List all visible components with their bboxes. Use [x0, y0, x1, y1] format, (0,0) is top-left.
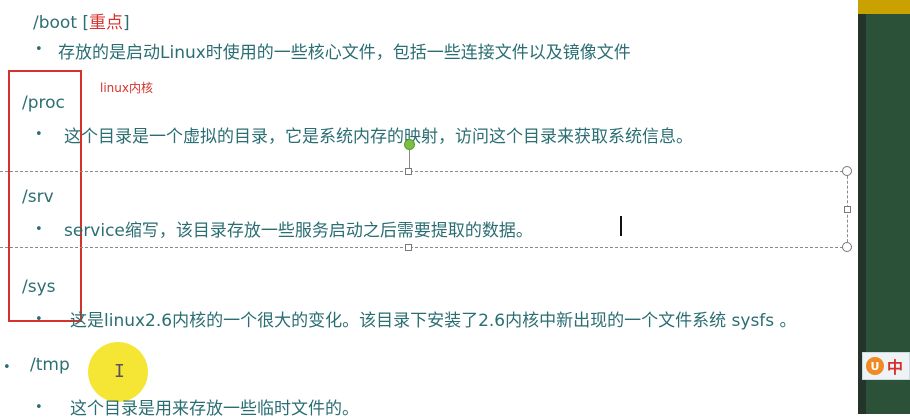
selection-border-bottom — [0, 247, 848, 248]
bullet-icon: • — [35, 127, 43, 142]
dir-desc-proc: 这个目录是一个虚拟的目录，它是系统内存的映射，访问这个目录来获取系统信息。 — [64, 127, 693, 147]
dir-heading-proc: /proc — [22, 93, 65, 113]
selection-border-top — [0, 171, 848, 172]
tag-close: ] — [123, 13, 130, 33]
ibeam-cursor-icon: I — [114, 361, 125, 382]
dir-heading-sys: /sys — [22, 277, 56, 297]
bullet-icon: • — [35, 312, 43, 327]
desktop-top-bar — [858, 0, 910, 14]
dir-heading-srv: /srv — [22, 187, 54, 207]
text-cursor — [620, 216, 622, 236]
resize-handle-top[interactable] — [405, 168, 412, 175]
rotate-handle[interactable] — [404, 139, 415, 150]
important-tag: 重点 — [89, 13, 124, 33]
annotation-label: linux内核 — [100, 81, 153, 95]
ime-mode-indicator[interactable]: 中 — [887, 354, 903, 378]
ime-toolbar[interactable]: U 中 — [862, 352, 910, 380]
dir-desc-sys: 这是linux2.6内核的一个很大的变化。该目录下安装了2.6内核中新出现的一个… — [70, 311, 797, 331]
dir-desc-srv[interactable]: service缩写，该目录存放一些服务启动之后需要提取的数据。 — [64, 216, 533, 241]
ime-logo-icon: U — [866, 357, 884, 375]
bullet-icon: • — [35, 42, 43, 57]
rotate-stem — [409, 150, 410, 170]
slide-canvas[interactable]: /boot [重点] • 存放的是启动Linux时使用的一些核心文件，包括一些连… — [0, 0, 858, 419]
bullet-icon: • — [35, 222, 43, 237]
dir-desc-boot: 存放的是启动Linux时使用的一些核心文件，包括一些连接文件以及镜像文件 — [58, 43, 631, 63]
dir-heading-tmp: /tmp — [30, 355, 70, 375]
resize-handle-top-right[interactable] — [842, 166, 852, 176]
bullet-icon: • — [35, 400, 43, 415]
dir-heading-boot: /boot [重点] — [33, 8, 130, 33]
resize-handle-bottom[interactable] — [405, 244, 412, 251]
resize-handle-right[interactable] — [844, 206, 851, 213]
resize-handle-bottom-right[interactable] — [842, 242, 852, 252]
dir-name: /boot — [33, 13, 77, 33]
dir-desc-tmp: 这个目录是用来存放一些临时文件的。 — [70, 399, 359, 419]
bullet-icon: • — [3, 360, 11, 375]
